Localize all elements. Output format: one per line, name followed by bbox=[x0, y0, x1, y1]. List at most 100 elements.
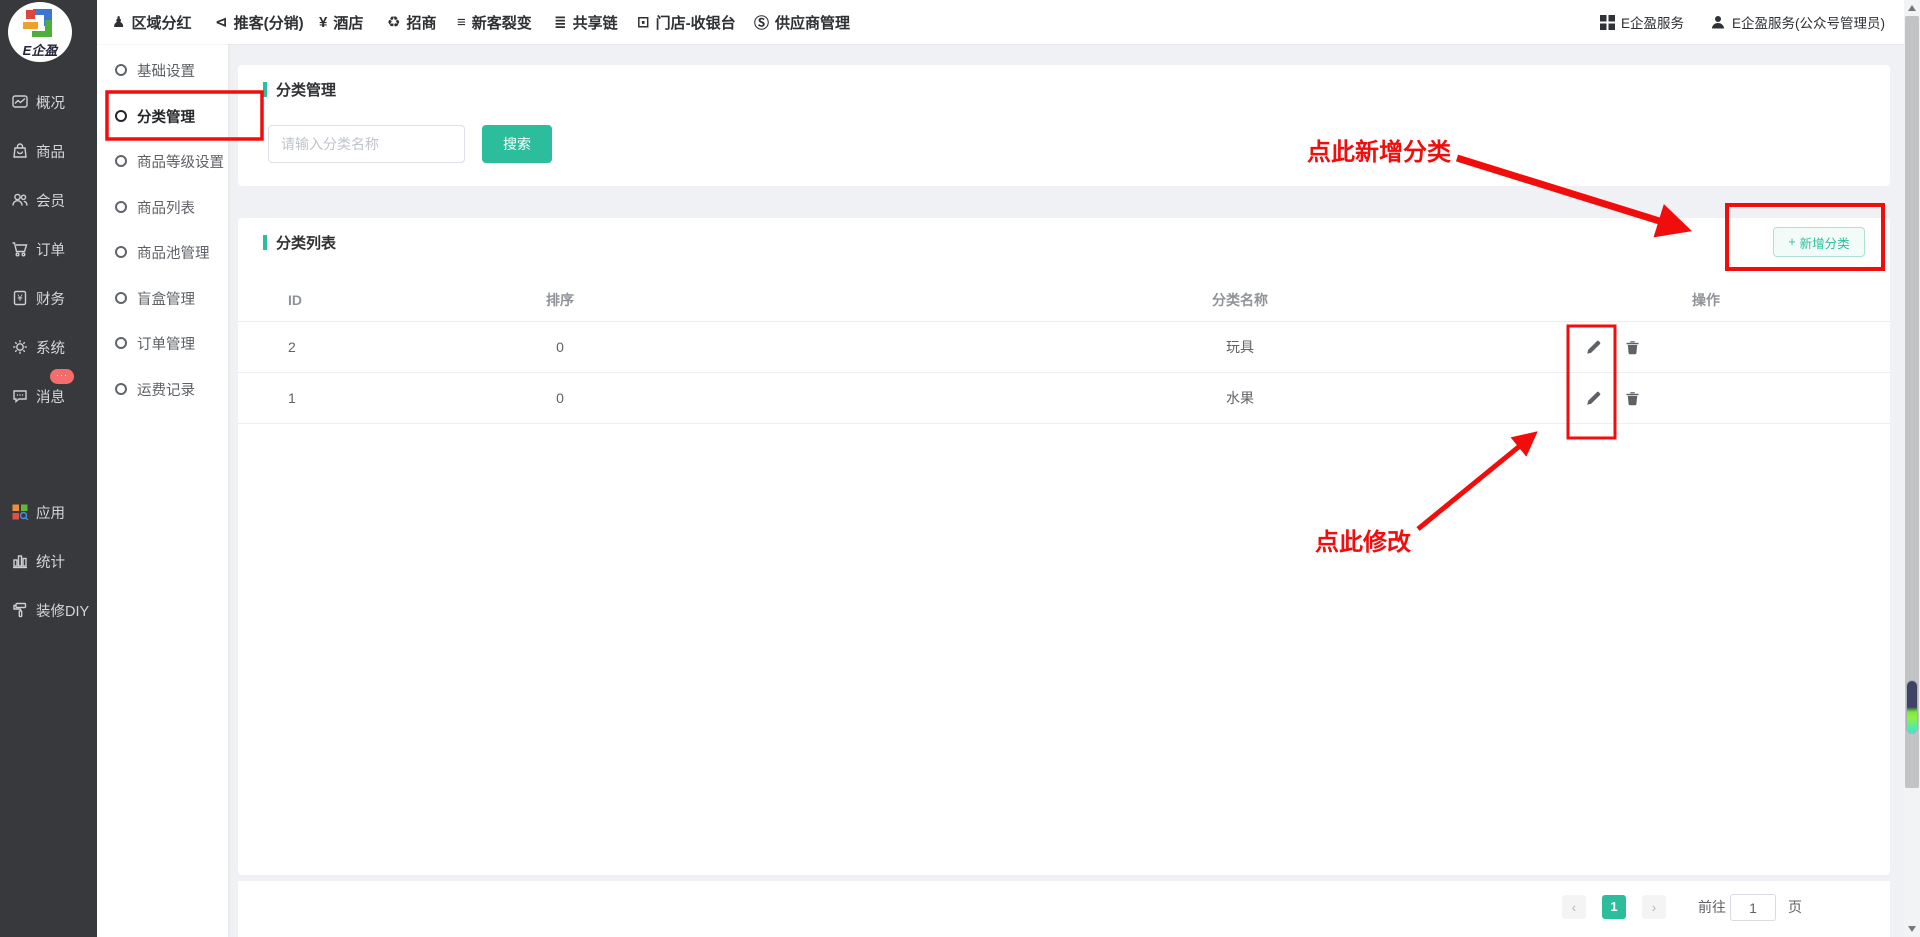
nav-label: 门店-收银台 bbox=[656, 12, 736, 33]
gear-icon bbox=[11, 338, 29, 356]
nav-item-store-cashier[interactable]: ⊡ 门店-收银台 bbox=[637, 0, 736, 44]
nav-label: 共享链 bbox=[573, 12, 618, 33]
recycle-icon: ♻ bbox=[387, 13, 400, 31]
sidebar-item-apps[interactable]: 应用 bbox=[0, 497, 97, 527]
share-icon: ⊲ bbox=[215, 13, 228, 31]
nav-item-new-customer-fission[interactable]: ≡新客裂变 bbox=[457, 0, 532, 44]
cell-id: 1 bbox=[288, 373, 296, 424]
yen-icon: ¥ bbox=[319, 14, 327, 31]
scroll-down-arrow-icon[interactable] bbox=[1908, 926, 1916, 932]
sidebar-item-label: 概况 bbox=[36, 92, 65, 113]
menu-item-blind-box-management[interactable]: 盲盒管理 bbox=[97, 276, 228, 320]
list-icon: ≣ bbox=[554, 13, 567, 31]
menu-item-goods-pool-management[interactable]: 商品池管理 bbox=[97, 230, 228, 274]
sidebar-item-finance[interactable]: ¥ 财务 bbox=[0, 283, 97, 313]
edit-pencil-icon[interactable] bbox=[1585, 390, 1602, 407]
scroll-position-indicator bbox=[1907, 681, 1917, 733]
sidebar-item-members[interactable]: 会员 bbox=[0, 185, 97, 215]
sidebar-item-label: 装修DIY bbox=[36, 600, 89, 621]
column-header-id: ID bbox=[288, 278, 302, 322]
primary-sidebar: E企盈 概况 商品 会员 订单 ¥ 财务 系统 消息 ··· 应用 统计 装修D… bbox=[0, 0, 97, 937]
plus-icon: + bbox=[1788, 235, 1795, 249]
card-title-text: 分类列表 bbox=[276, 232, 336, 253]
title-accent-bar bbox=[263, 235, 267, 250]
scrollbar-thumb[interactable] bbox=[1905, 16, 1919, 788]
menu-item-label: 分类管理 bbox=[137, 106, 195, 127]
sidebar-item-statistics[interactable]: 统计 bbox=[0, 546, 97, 576]
menu-item-category-management[interactable]: 分类管理 bbox=[97, 94, 228, 138]
edit-pencil-icon[interactable] bbox=[1585, 339, 1602, 356]
prev-page-button[interactable]: ‹ bbox=[1562, 895, 1586, 919]
sidebar-item-label: 订单 bbox=[36, 239, 65, 260]
nav-label: 酒店 bbox=[333, 12, 363, 33]
delete-trash-icon[interactable] bbox=[1624, 390, 1641, 407]
table-row: 1 0 水果 bbox=[238, 373, 1890, 424]
service-menu[interactable]: E企盈服务 bbox=[1600, 0, 1684, 44]
category-name-input[interactable] bbox=[268, 125, 465, 163]
table-header-row: ID 排序 分类名称 操作 bbox=[238, 278, 1890, 322]
scroll-up-arrow-icon[interactable] bbox=[1908, 5, 1916, 11]
goto-label: 前往 bbox=[1698, 895, 1726, 919]
page-number-button[interactable]: 1 bbox=[1602, 895, 1626, 919]
nav-item-supplier-management[interactable]: Ⓢ供应商管理 bbox=[754, 0, 850, 44]
menu-item-goods-level-settings[interactable]: 商品等级设置 bbox=[97, 139, 228, 183]
menu-item-label: 盲盒管理 bbox=[137, 288, 195, 309]
nav-item-investment[interactable]: ♻ 招商 bbox=[387, 0, 436, 44]
menu-item-order-management[interactable]: 订单管理 bbox=[97, 321, 228, 365]
card-title: 分类列表 bbox=[263, 232, 336, 253]
next-page-button[interactable]: › bbox=[1642, 895, 1666, 919]
menu-item-basic-settings[interactable]: 基础设置 bbox=[97, 48, 228, 92]
menu-item-label: 商品列表 bbox=[137, 197, 195, 218]
nav-item-hotel[interactable]: ¥ 酒店 bbox=[319, 0, 363, 44]
storefront-icon: ⊡ bbox=[637, 13, 650, 31]
search-button[interactable]: 搜索 bbox=[482, 125, 552, 163]
top-navbar: ♟区域分红 ⊲ 推客(分销) ¥ 酒店 ♻ 招商 ≡新客裂变 ≣ 共享链 ⊡ 门店-收银台… bbox=[97, 0, 1920, 44]
sidebar-item-goods[interactable]: 商品 bbox=[0, 136, 97, 166]
brand-logo-mark-icon bbox=[23, 9, 59, 39]
sidebar-item-label: 系统 bbox=[36, 337, 65, 358]
overview-chart-icon bbox=[11, 93, 29, 111]
pagination-bar: ‹ 1 › 前往 页 bbox=[238, 881, 1890, 937]
category-search-card: 分类管理 搜索 bbox=[238, 65, 1890, 186]
nav-item-promoter-distribution[interactable]: ⊲ 推客(分销) bbox=[215, 0, 304, 44]
sidebar-item-decorate-diy[interactable]: 装修DIY bbox=[0, 595, 97, 625]
users-icon bbox=[11, 191, 29, 209]
nav-item-region-dividend[interactable]: ♟区域分红 bbox=[112, 0, 191, 44]
service-label: E企盈服务 bbox=[1621, 12, 1684, 32]
chat-bubble-icon bbox=[11, 387, 29, 405]
account-label: E企盈服务(公众号管理员) bbox=[1732, 12, 1885, 32]
column-header-name: 分类名称 bbox=[1170, 278, 1310, 322]
sidebar-item-label: 消息 bbox=[36, 386, 65, 407]
bar-chart-icon bbox=[11, 552, 29, 570]
circle-bullet-icon bbox=[115, 155, 127, 167]
sidebar-item-overview[interactable]: 概况 bbox=[0, 87, 97, 117]
menu-item-goods-list[interactable]: 商品列表 bbox=[97, 185, 228, 229]
circle-bullet-icon bbox=[115, 64, 127, 76]
menu-item-label: 商品池管理 bbox=[137, 242, 210, 263]
circle-bullet-icon bbox=[115, 337, 127, 349]
sidebar-item-label: 应用 bbox=[36, 502, 65, 523]
account-menu[interactable]: E企盈服务(公众号管理员) bbox=[1710, 0, 1885, 44]
menu-item-label: 运费记录 bbox=[137, 379, 195, 400]
supplier-icon: Ⓢ bbox=[754, 12, 769, 33]
column-header-sort: 排序 bbox=[520, 278, 600, 322]
cell-id: 2 bbox=[288, 322, 296, 373]
sidebar-item-messages[interactable]: 消息 bbox=[0, 381, 97, 411]
title-accent-bar bbox=[263, 82, 267, 97]
delete-trash-icon[interactable] bbox=[1624, 339, 1641, 356]
add-category-button[interactable]: + 新增分类 bbox=[1773, 227, 1865, 257]
sidebar-item-label: 财务 bbox=[36, 288, 65, 309]
sidebar-item-orders[interactable]: 订单 bbox=[0, 234, 97, 264]
shopping-bag-icon bbox=[11, 142, 29, 160]
page-unit-label: 页 bbox=[1788, 895, 1802, 919]
nav-label: 推客(分销) bbox=[234, 12, 304, 33]
circle-bullet-icon bbox=[115, 201, 127, 213]
menu-item-label: 商品等级设置 bbox=[137, 151, 224, 172]
sidebar-item-label: 统计 bbox=[36, 551, 65, 572]
nav-item-share-chain[interactable]: ≣ 共享链 bbox=[554, 0, 618, 44]
finance-book-icon: ¥ bbox=[11, 289, 29, 307]
nav-label: 招商 bbox=[406, 12, 436, 33]
sidebar-item-system[interactable]: 系统 bbox=[0, 332, 97, 362]
goto-page-input[interactable] bbox=[1730, 894, 1776, 921]
menu-item-freight-records[interactable]: 运费记录 bbox=[97, 367, 228, 411]
